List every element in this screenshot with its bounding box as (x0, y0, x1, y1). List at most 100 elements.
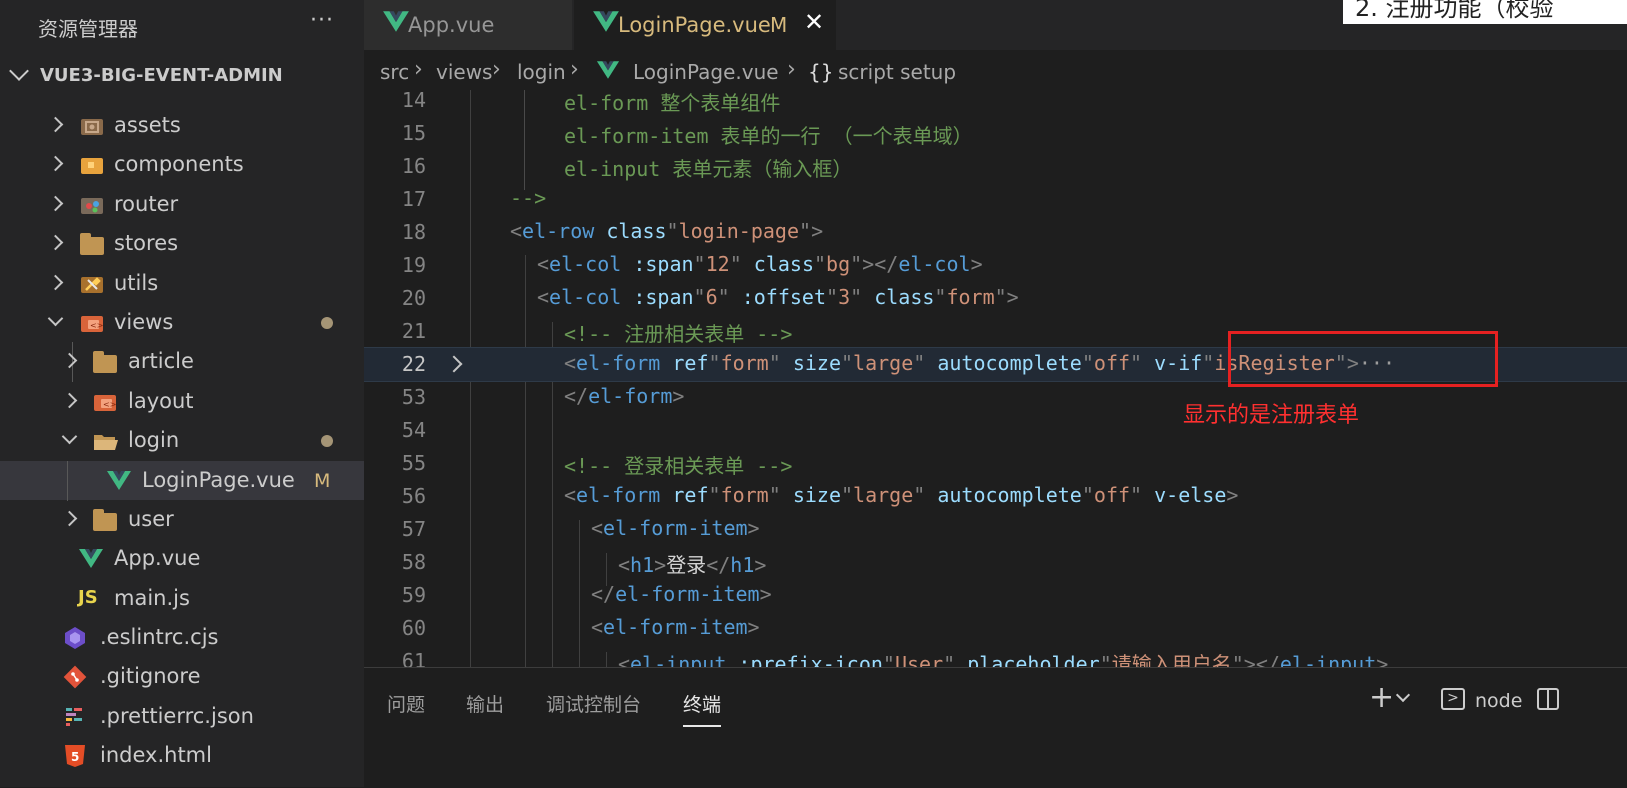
panel-tab-output[interactable]: 输出 (466, 690, 504, 717)
panel-tab-terminal[interactable]: 终端 (683, 690, 722, 727)
code-text: el-input 表单元素（输入框） (564, 153, 852, 182)
code-text: <el-input :prefix-icon"User" placeholder… (618, 652, 1389, 667)
explorer-sidebar: 资源管理器 ··· VUE3-BIG-EVENT-ADMIN assets co… (0, 0, 364, 787)
vue-file-icon (106, 469, 131, 490)
tree-item-components[interactable]: components (0, 145, 364, 184)
chevron-right-icon (61, 353, 78, 369)
code-text: --> (510, 186, 546, 210)
line-number: 59 (401, 583, 426, 607)
tree-item-prettierrc[interactable]: .prettierrc.json (0, 697, 364, 736)
breadcrumb-separator: › (414, 57, 423, 82)
code-text: </el-form-item> (591, 582, 772, 606)
prettier-file-icon (63, 705, 87, 726)
tree-item-user[interactable]: user (0, 500, 364, 539)
tree-item-label: views (114, 309, 174, 334)
code-comment: <!-- 注册相关表单 --> (564, 322, 793, 346)
tree-item-label: App.vue (114, 546, 201, 571)
explorer-header: 资源管理器 ··· (0, 0, 364, 50)
overlay-slide-text: 2. 注册功能（校验 (1355, 0, 1554, 22)
more-actions-icon[interactable]: ··· (310, 8, 334, 33)
tree-item-router[interactable]: router (0, 185, 364, 224)
svg-text:<>: <> (103, 400, 116, 409)
modified-badge: M (770, 13, 788, 37)
line-number: 55 (401, 451, 426, 475)
breadcrumb-item-views[interactable]: views (436, 60, 492, 84)
tree-item-layout[interactable]: <> layout (0, 382, 364, 421)
breadcrumb-item-src[interactable]: src (380, 60, 409, 84)
code-line: 58 <h1>登录</h1> (364, 546, 1627, 579)
router-folder-icon (80, 194, 104, 214)
vue-file-icon (78, 547, 103, 569)
panel-tab-problems[interactable]: 问题 (387, 690, 425, 717)
code-line: 59 </el-form-item> (364, 579, 1627, 612)
vue-file-icon (382, 8, 410, 41)
line-number: 22 (401, 352, 426, 376)
code-text: <el-form ref"form" size"large" autocompl… (564, 483, 1239, 507)
code-line: 17 --> (364, 183, 1627, 216)
terminal-name[interactable]: node (1475, 690, 1522, 712)
fold-chevron-icon[interactable] (445, 355, 463, 373)
tree-item-label: layout (128, 388, 194, 413)
line-number: 60 (401, 616, 426, 640)
tab-loginpage-vue[interactable]: LoginPage.vue M ✕ (574, 0, 836, 50)
tree-item-gitignore[interactable]: .gitignore (0, 657, 364, 696)
tab-label: App.vue (408, 13, 495, 37)
eslint-file-icon (63, 626, 87, 650)
add-terminal-button[interactable]: + (1369, 680, 1394, 715)
tree-item-assets[interactable]: assets (0, 106, 364, 145)
code-text: <el-col :span"12" class"bg"></el-col> (537, 252, 983, 276)
code-text: <!-- 登录相关表单 --> (564, 450, 792, 479)
code-line: 56 <el-form ref"form" size"large" autoco… (364, 480, 1627, 513)
chevron-down-icon (9, 61, 29, 81)
chevron-down-icon[interactable] (1395, 687, 1411, 703)
tree-item-app-vue[interactable]: App.vue (0, 539, 364, 578)
tree-item-utils[interactable]: utils (0, 264, 364, 303)
tree-item-index-html[interactable]: 5 index.html (0, 736, 364, 775)
code-comment: el-input 表单元素（输入框） (564, 157, 853, 181)
tree-item-stores[interactable]: stores (0, 224, 364, 263)
code-line: 18 <el-row class"login-page"> (364, 216, 1627, 249)
panel-tab-debug-console[interactable]: 调试控制台 (546, 690, 641, 717)
tree-item-main-js[interactable]: JS main.js (0, 579, 364, 618)
braces-icon: {} (808, 60, 834, 84)
code-text: el-form 整个表单组件 (564, 90, 780, 116)
chevron-right-icon (47, 156, 64, 172)
line-number: 61 (401, 649, 426, 667)
folder-icon (93, 508, 117, 531)
code-comment: <!-- 登录相关表单 --> (564, 454, 793, 478)
chevron-right-icon (47, 274, 64, 290)
line-number: 54 (401, 418, 426, 442)
code-text: <el-form-item> (591, 615, 760, 639)
line-number: 17 (401, 187, 426, 211)
tree-item-views[interactable]: <> views (0, 303, 364, 342)
tree-item-eslintrc[interactable]: .eslintrc.cjs (0, 618, 364, 657)
breadcrumb: src › views › login › LoginPage.vue › {}… (364, 50, 1627, 90)
folder-icon (93, 351, 117, 374)
components-folder-icon (80, 154, 104, 175)
tree-item-label: .eslintrc.cjs (100, 625, 219, 650)
split-terminal-icon[interactable] (1537, 688, 1559, 710)
project-root[interactable]: VUE3-BIG-EVENT-ADMIN (0, 58, 364, 92)
code-line: 54 (364, 414, 1627, 447)
chevron-right-icon (47, 195, 64, 212)
line-number: 57 (401, 517, 426, 541)
breadcrumb-item-login[interactable]: login (517, 60, 566, 84)
bottom-panel: 问题 输出 调试控制台 终端 + > node (364, 667, 1627, 788)
tree-item-label: LoginPage.vue (142, 467, 295, 492)
code-line: 19 <el-col :span"12" class"bg"></el-col> (364, 249, 1627, 282)
utils-folder-icon (80, 273, 104, 293)
code-comment: el-form-item 表单的一行 （一个表单域） (564, 124, 973, 148)
tab-app-vue[interactable]: App.vue (364, 0, 572, 50)
breadcrumb-item-file[interactable]: LoginPage.vue (633, 60, 779, 84)
html-file-icon: 5 (64, 744, 88, 768)
tree-item-loginpage-vue[interactable]: LoginPage.vue M (0, 460, 364, 501)
close-icon[interactable]: ✕ (804, 8, 824, 36)
tree-item-article[interactable]: article (0, 342, 364, 383)
line-number: 53 (401, 385, 426, 409)
breadcrumb-item-symbol[interactable]: script setup (838, 60, 956, 84)
code-line: 55 <!-- 登录相关表单 --> (364, 447, 1627, 480)
svg-text:<>: <> (90, 321, 103, 330)
modified-dot (321, 435, 333, 448)
tree-item-label: stores (114, 231, 179, 256)
tree-item-login[interactable]: login (0, 421, 364, 460)
